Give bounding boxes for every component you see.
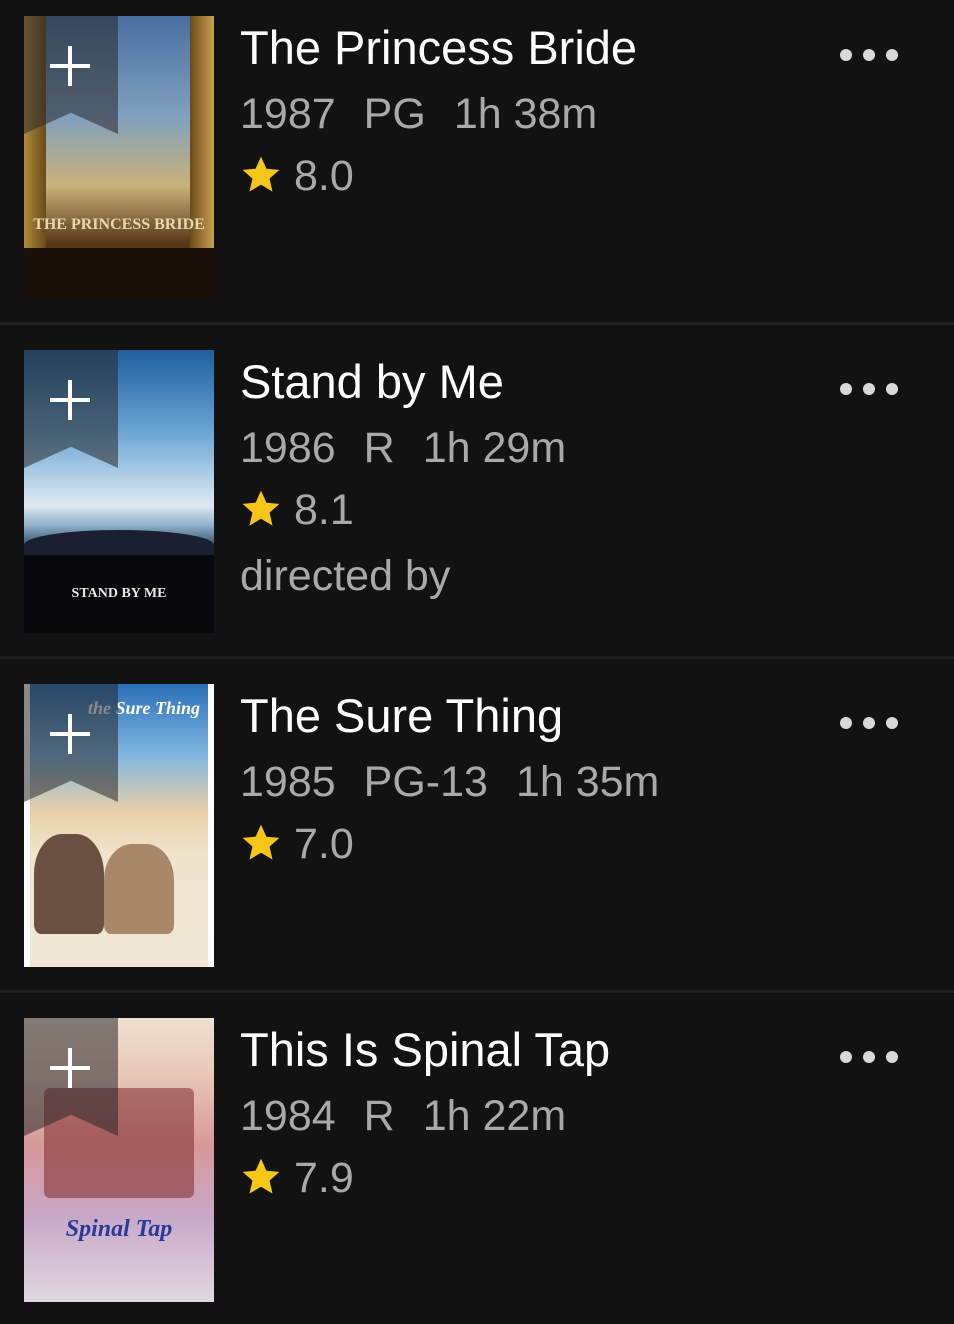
movie-title[interactable]: This Is Spinal Tap [240, 1022, 610, 1078]
movie-year: 1984 [240, 1092, 336, 1140]
movie-runtime: 1h 35m [515, 758, 660, 806]
poster-caption: STAND BY ME [71, 586, 167, 601]
more-options-icon[interactable] [840, 46, 898, 64]
poster-caption: Spinal Tap [65, 1216, 173, 1242]
plus-icon[interactable] [50, 380, 90, 420]
score-value: 8.1 [294, 486, 354, 534]
movie-rating: R [363, 424, 395, 472]
movie-title[interactable]: The Princess Bride [240, 20, 637, 76]
movie-director-label: directed by [240, 552, 451, 600]
star-icon [242, 1158, 280, 1194]
list-item[interactable]: Spinal Tap This Is Spinal Tap 1984 R 1h 22… [0, 1002, 954, 1324]
movie-score: 7.0 [240, 818, 354, 870]
list-item[interactable]: the Sure Thing The Sure Thing 1985 PG-13 1… [0, 668, 954, 993]
movie-score: 8.0 [240, 150, 354, 202]
movie-rating: PG-13 [363, 758, 488, 806]
movie-poster[interactable]: THE PRINCESS BRIDE [24, 16, 214, 299]
movie-poster[interactable]: the Sure Thing [24, 684, 214, 967]
movie-runtime: 1h 38m [453, 90, 598, 138]
plus-icon[interactable] [50, 46, 90, 86]
star-icon [242, 156, 280, 192]
score-value: 8.0 [294, 152, 354, 200]
more-options-icon[interactable] [840, 380, 898, 398]
movie-year: 1987 [240, 90, 336, 138]
movie-runtime: 1h 22m [422, 1092, 567, 1140]
movie-list: THE PRINCESS BRIDE The Princess Bride 19… [0, 0, 954, 1302]
list-item[interactable]: THE PRINCESS BRIDE The Princess Bride 19… [0, 0, 954, 325]
movie-title[interactable]: The Sure Thing [240, 688, 563, 744]
movie-meta: 1985 PG-13 1h 35m [240, 756, 687, 808]
movie-rating: PG [363, 90, 426, 138]
movie-meta: 1984 R 1h 22m [240, 1090, 594, 1142]
plus-icon[interactable] [50, 1048, 90, 1088]
movie-poster[interactable]: STAND BY ME [24, 350, 214, 633]
movie-meta: 1986 R 1h 29m [240, 422, 594, 474]
movie-rating: R [363, 1092, 395, 1140]
more-options-icon[interactable] [840, 714, 898, 732]
movie-score: 7.9 [240, 1152, 354, 1204]
poster-caption: THE PRINCESS BRIDE [33, 216, 205, 233]
movie-poster[interactable]: Spinal Tap [24, 1018, 214, 1302]
star-icon [242, 824, 280, 860]
movie-meta: 1987 PG 1h 38m [240, 88, 625, 140]
list-item[interactable]: STAND BY ME Stand by Me 1986 R 1h 29m 8.1 … [0, 334, 954, 659]
movie-score: 8.1 [240, 484, 354, 536]
more-options-icon[interactable] [840, 1048, 898, 1066]
plus-icon[interactable] [50, 714, 90, 754]
score-value: 7.9 [294, 1154, 354, 1202]
movie-title[interactable]: Stand by Me [240, 354, 504, 410]
movie-runtime: 1h 29m [422, 424, 567, 472]
star-icon [242, 490, 280, 526]
score-value: 7.0 [294, 820, 354, 868]
movie-year: 1985 [240, 758, 336, 806]
movie-year: 1986 [240, 424, 336, 472]
